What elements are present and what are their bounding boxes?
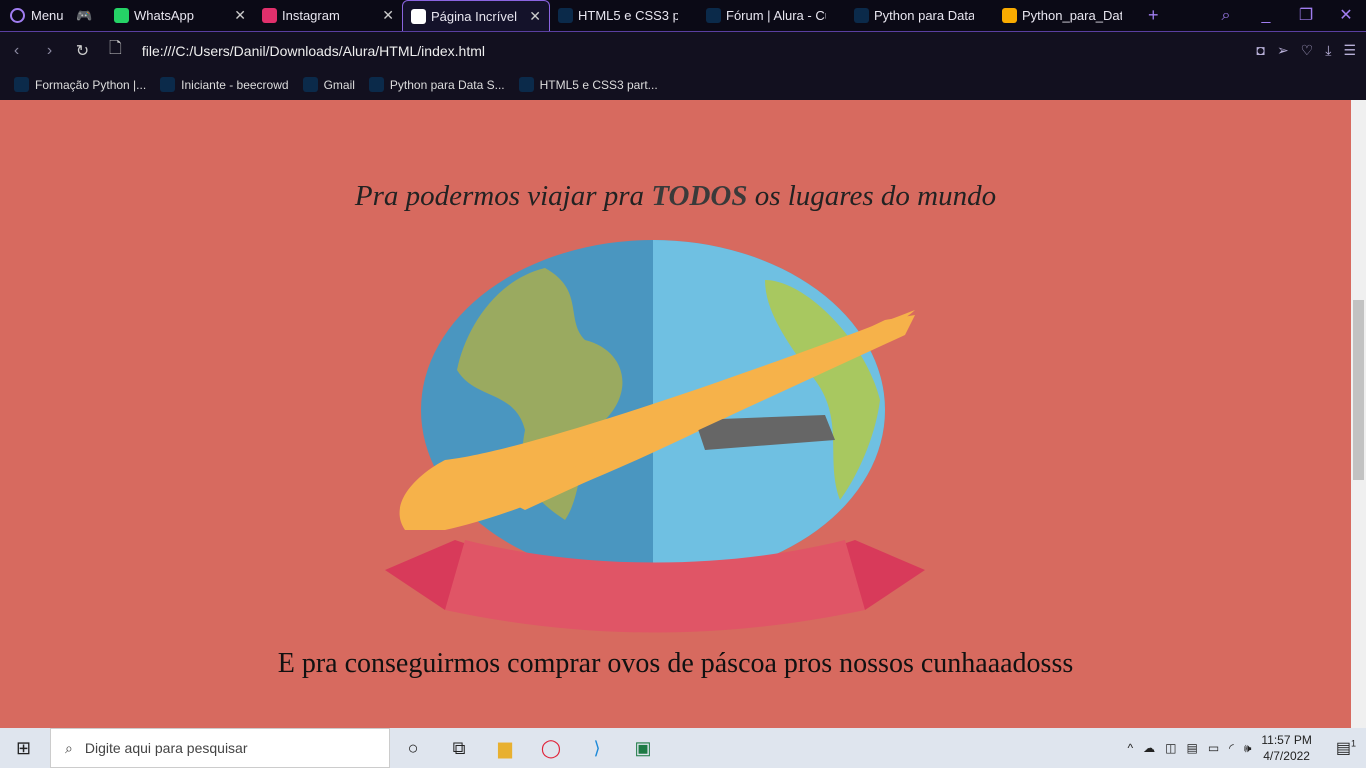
bookmark-item[interactable]: Python para Data S...	[368, 77, 505, 92]
restore-button[interactable]: ❐	[1286, 0, 1326, 31]
page-content: Pra podermos viajar pra TODOS os lugares…	[0, 100, 1351, 728]
close-tab-icon[interactable]: ✕	[382, 7, 394, 24]
page-scrollbar[interactable]	[1351, 100, 1366, 728]
snapshot-icon[interactable]: ◘	[1256, 42, 1264, 59]
battery-icon[interactable]: ▭	[1208, 741, 1219, 755]
taskbar-search[interactable]: ⌕ Digite aqui para pesquisar	[50, 728, 390, 768]
page-heading: Pra podermos viajar pra TODOS os lugares…	[354, 180, 997, 212]
globe-icon	[411, 8, 426, 24]
close-tab-icon[interactable]: ✕	[234, 7, 246, 24]
show-hidden-icons[interactable]: ^	[1127, 741, 1133, 755]
gamepad-icon[interactable]: 🎮	[76, 8, 106, 24]
reload-button[interactable]: ↻	[66, 41, 99, 61]
meet-icon[interactable]: ◫	[1165, 741, 1176, 755]
easy-setup-icon[interactable]: ☰	[1343, 42, 1356, 59]
tab-2[interactable]: Página Incrível ✕	[402, 0, 550, 31]
search-tabs-icon[interactable]: ⌕	[1206, 0, 1246, 31]
bookmark-item[interactable]: HTML5 e CSS3 part...	[518, 77, 658, 92]
heart-icon[interactable]: ♡	[1301, 42, 1314, 59]
volume-icon[interactable]: 🕪	[1244, 741, 1252, 756]
file-explorer-icon[interactable]: ▆	[482, 738, 528, 759]
address-bar: ‹ › ↻ 🗋 file:///C:/Users/Danil/Downloads…	[0, 31, 1366, 69]
vscode-icon[interactable]: ⟩	[574, 738, 620, 759]
tab-6[interactable]: Python_para_Data	[994, 0, 1142, 31]
instagram-icon	[262, 8, 277, 23]
alura-icon	[854, 8, 869, 23]
cortana-icon[interactable]: ○	[390, 738, 436, 759]
task-view-icon[interactable]: ⧉	[436, 738, 482, 759]
bookmark-item[interactable]: Gmail	[302, 77, 355, 92]
globe-airplane-illustration	[385, 240, 925, 633]
colab-icon	[1002, 8, 1017, 23]
bookmark-icon	[14, 77, 29, 92]
send-icon[interactable]: ➢	[1277, 42, 1289, 59]
forward-button[interactable]: ›	[33, 42, 66, 60]
bookmark-item[interactable]: Iniciante - beecrowd	[160, 77, 289, 92]
notifications-icon[interactable]: ▤1	[1336, 738, 1356, 758]
opera-icon	[10, 8, 25, 23]
opera-menu-button[interactable]: Menu	[0, 8, 76, 23]
tab-1[interactable]: Instagram ✕	[254, 0, 402, 31]
tab-bar: Menu 🎮 WhatsApp ✕ Instagram ✕ Página Incríve…	[0, 0, 1366, 31]
back-button[interactable]: ‹	[0, 42, 33, 60]
display-icon[interactable]: ▤	[1186, 741, 1197, 755]
windows-start-button[interactable]: ⊞	[16, 738, 31, 759]
file-icon: 🗋	[109, 40, 122, 57]
tab-0[interactable]: WhatsApp ✕	[106, 0, 254, 31]
bookmark-item[interactable]: Formação Python |...	[14, 77, 146, 92]
url-input[interactable]: file:///C:/Users/Danil/Downloads/Alura/H…	[142, 43, 485, 59]
clock[interactable]: 11:57 PM 4/7/2022	[1261, 732, 1311, 764]
minimize-button[interactable]: _	[1246, 0, 1286, 31]
tab-4[interactable]: Fórum | Alura - Cu	[698, 0, 846, 31]
bookmarks-bar: Formação Python |... Iniciante - beecrowd…	[0, 69, 1366, 100]
scrollbar-thumb[interactable]	[1353, 300, 1364, 480]
bookmark-icon	[368, 77, 384, 92]
tab-5[interactable]: Python para Data	[846, 0, 994, 31]
search-icon: ⌕	[65, 739, 73, 756]
tab-3[interactable]: HTML5 e CSS3 pa	[550, 0, 698, 31]
page-caption: E pra conseguirmos comprar ovos de pásco…	[277, 648, 1074, 679]
taskbar: ⊞ ⌕ Digite aqui para pesquisar ○ ⧉ ▆ ◯ ⟩ …	[0, 728, 1366, 768]
wifi-icon[interactable]: ◜	[1229, 741, 1234, 755]
alura-icon	[558, 8, 573, 23]
opera-taskbar-icon[interactable]: ◯	[528, 738, 574, 759]
onedrive-icon[interactable]: ☁	[1143, 741, 1155, 755]
excel-icon[interactable]: ▣	[620, 738, 666, 759]
close-tab-icon[interactable]: ✕	[529, 8, 541, 25]
whatsapp-icon	[114, 8, 129, 23]
bookmark-icon	[302, 77, 318, 92]
close-window-button[interactable]: ✕	[1326, 0, 1366, 31]
bookmark-icon	[160, 77, 176, 92]
new-tab-button[interactable]: +	[1148, 5, 1159, 26]
alura-icon	[706, 8, 721, 23]
bookmark-icon	[518, 77, 534, 92]
download-icon[interactable]: ⤓	[1325, 42, 1331, 59]
